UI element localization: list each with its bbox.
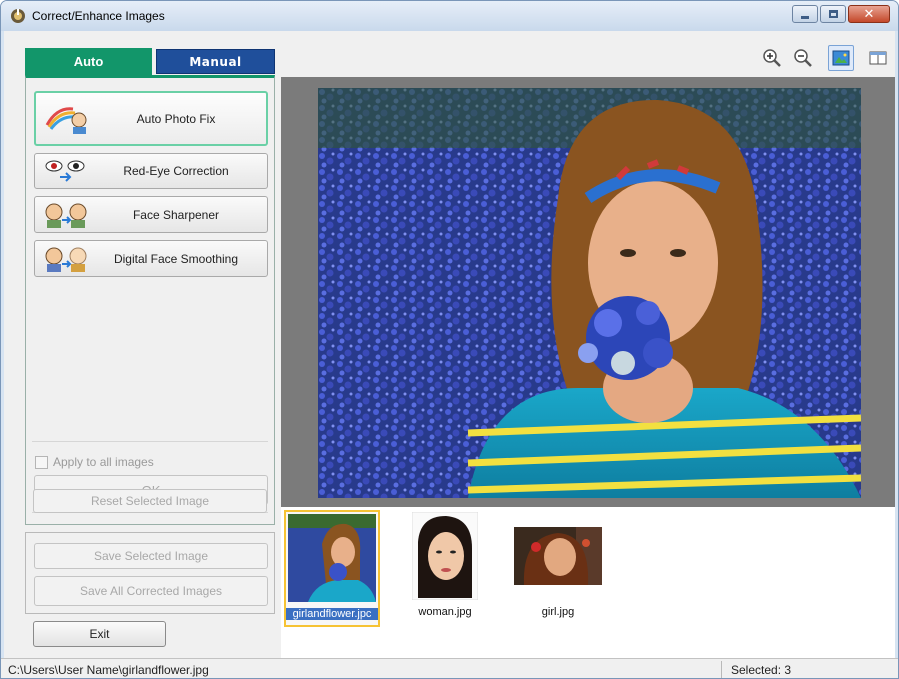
save-panel: Save Selected Image Save All Corrected I… [25,532,275,614]
status-selected-count: Selected: 3 [731,662,792,677]
status-file-path: C:\Users\User Name\girlandflower.jpg [8,662,209,677]
red-eye-correction-button[interactable]: Red-Eye Correction [34,153,268,189]
zoom-out-button[interactable] [790,45,816,71]
auto-photo-fix-label: Auto Photo Fix [136,111,216,126]
client-area: Auto Manual Auto Photo Fix Red-Eye Corre… [4,31,895,658]
digital-face-smoothing-label: Digital Face Smoothing [113,251,239,266]
red-eye-correction-label: Red-Eye Correction [123,164,229,178]
auto-photo-fix-icon [42,103,94,135]
face-sharpener-button[interactable]: Face Sharpener [34,196,268,233]
compare-view-button[interactable] [865,45,891,71]
minimize-icon [801,15,809,19]
face-smoothing-icon [41,243,93,275]
correct-enhance-window: Correct/Enhance Images ✕ Auto Manual Aut… [0,0,899,679]
minimize-button[interactable] [792,5,818,23]
status-separator [721,661,722,678]
divider [32,441,268,442]
face-sharpener-icon [41,199,93,231]
red-eye-icon [41,155,93,187]
preview-photo[interactable] [318,88,861,498]
exit-button[interactable]: Exit [33,621,166,647]
auto-photo-fix-button[interactable]: Auto Photo Fix [34,91,268,146]
zoom-out-icon [794,49,812,67]
thumbnail-name: girl.jpg [541,606,575,618]
window-title: Correct/Enhance Images [32,9,165,23]
preview-toolbar [281,31,895,77]
digital-face-smoothing-button[interactable]: Digital Face Smoothing [34,240,268,277]
zoom-in-button[interactable] [759,45,785,71]
app-icon [11,9,25,23]
tab-manual[interactable]: Manual [156,49,275,74]
face-sharpener-label: Face Sharpener [132,207,220,222]
thumbnail-image [288,514,376,602]
reset-selected-image-button[interactable]: Reset Selected Image [33,489,267,513]
apply-all-row[interactable]: Apply to all images [35,455,154,469]
apply-all-label: Apply to all images [53,455,154,469]
preview-area [281,77,895,507]
window-controls: ✕ [792,5,890,23]
whole-image-view-button[interactable] [828,45,854,71]
save-selected-image-button[interactable]: Save Selected Image [34,543,268,569]
maximize-icon [828,10,838,18]
left-panel: Auto Manual Auto Photo Fix Red-Eye Corre… [4,31,281,658]
maximize-button[interactable] [820,5,846,23]
thumbnail-name: woman.jpg [418,606,472,618]
thumbnail-item[interactable]: girlandflower.jpc [284,510,380,627]
zoom-in-icon [763,49,781,67]
whole-image-icon [832,50,850,66]
title-bar: Correct/Enhance Images ✕ [1,1,898,31]
apply-all-checkbox[interactable] [35,455,48,469]
compare-icon [869,51,887,65]
thumbnail-item[interactable]: woman.jpg [397,510,493,627]
thumbnail-strip: girlandflower.jpc woman.jpg girl.jpg [281,507,895,658]
close-icon: ✕ [863,6,875,22]
thumbnail-item[interactable]: girl.jpg [510,510,606,627]
tab-auto[interactable]: Auto [25,48,152,75]
thumbnail-name: girlandflower.jpc [286,608,378,620]
status-bar: C:\Users\User Name\girlandflower.jpg Sel… [1,658,898,678]
thumbnail-image [514,512,602,600]
thumbnail-image [401,512,489,600]
save-all-corrected-images-button[interactable]: Save All Corrected Images [34,576,268,606]
close-button[interactable]: ✕ [848,5,890,23]
auto-tab-panel: Auto Photo Fix Red-Eye Correction Face S… [25,75,275,525]
